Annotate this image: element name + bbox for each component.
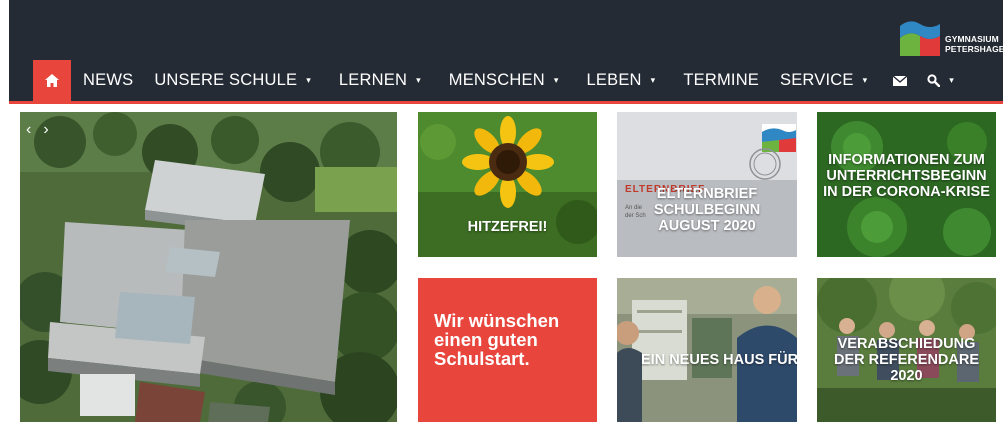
nav-item-news[interactable]: NEWS bbox=[83, 60, 133, 101]
school-logo[interactable]: GYMNASIUM PETERSHAGEN bbox=[900, 16, 1003, 58]
chevron-down-icon: ▾ bbox=[416, 75, 421, 85]
hero-slider-controls: ‹ › bbox=[26, 121, 49, 139]
nav-item-label: LEBEN bbox=[586, 71, 642, 89]
nav-item-menschen[interactable]: MENSCHEN ▾ bbox=[449, 60, 559, 101]
logo-line-2: PETERSHAGEN bbox=[945, 44, 1003, 54]
tile-title: INFORMATIONEN ZUM UNTERRICHTSBEGINN IN D… bbox=[823, 152, 990, 200]
slider-prev-button[interactable]: ‹ bbox=[26, 121, 31, 139]
hero-slider-image[interactable] bbox=[20, 112, 397, 422]
home-icon bbox=[45, 74, 59, 87]
nav-item-label: TERMINE bbox=[683, 71, 760, 89]
logo-text: GYMNASIUM PETERSHAGEN bbox=[945, 34, 1003, 54]
sunflower-image bbox=[418, 112, 597, 257]
nav-mail-button[interactable] bbox=[893, 60, 908, 101]
nav-item-unsere-schule[interactable]: UNSERE SCHULE ▾ bbox=[154, 60, 311, 101]
chevron-down-icon: ▾ bbox=[306, 75, 311, 85]
tile-title: ELTERNBRIEF SCHULBEGINN AUGUST 2020 bbox=[653, 186, 761, 234]
nav-item-label: UNSERE SCHULE bbox=[154, 71, 298, 89]
nav-item-label: MENSCHEN bbox=[448, 71, 545, 89]
slider-next-button[interactable]: › bbox=[43, 121, 48, 139]
logo-mark-icon bbox=[900, 21, 940, 56]
news-tile-neues-haus[interactable]: EIN NEUES HAUS FÜR DIE NATURWISSENSCHAFT… bbox=[617, 278, 797, 422]
nav-item-label: SERVICE bbox=[780, 71, 854, 89]
chevron-down-icon: ▾ bbox=[862, 75, 868, 85]
school-aerial-photo bbox=[20, 112, 397, 422]
news-tile-verabschiedung[interactable]: VERABSCHIEDUNG DER REFERENDARE 2020 bbox=[817, 278, 996, 422]
nav-item-label: NEWS bbox=[83, 71, 134, 89]
logo-line-1: GYMNASIUM bbox=[945, 34, 999, 44]
tile-title: Wir wünschen einen guten Schulstart. bbox=[434, 310, 560, 369]
header-accent-line bbox=[9, 101, 1003, 104]
nav-search-button[interactable]: ▾ bbox=[927, 60, 954, 101]
nav-home-button[interactable] bbox=[33, 60, 71, 101]
search-icon bbox=[927, 74, 941, 87]
nav-item-lernen[interactable]: LERNEN ▾ bbox=[339, 60, 421, 101]
news-tile-elternbrief[interactable]: ELTERNBRIEF An die der Sch ELTERNBRIEF S… bbox=[617, 112, 797, 257]
classroom-image bbox=[617, 278, 797, 422]
mail-icon bbox=[893, 75, 908, 86]
nav-item-termine[interactable]: TERMINE bbox=[683, 60, 759, 101]
news-tile-corona[interactable]: INFORMATIONEN ZUM UNTERRICHTSBEGINN IN D… bbox=[817, 112, 996, 257]
tile-title: EIN NEUES HAUS FÜR DIE NATURWISSENSCHAFT… bbox=[641, 352, 797, 368]
main-navigation: NEWS UNSERE SCHULE ▾ LERNEN ▾ MENSCHEN ▾… bbox=[33, 60, 954, 101]
news-tile-hitzefrei[interactable]: HITZEFREI! bbox=[418, 112, 597, 257]
news-tile-schulstart[interactable]: Wir wünschen einen guten Schulstart. bbox=[418, 278, 597, 422]
nav-item-service[interactable]: SERVICE ▾ bbox=[780, 60, 867, 101]
nav-item-label: LERNEN bbox=[338, 71, 408, 89]
chevron-down-icon: ▾ bbox=[650, 75, 656, 85]
chevron-down-icon: ▾ bbox=[553, 75, 559, 85]
tile-title: VERABSCHIEDUNG DER REFERENDARE 2020 bbox=[833, 336, 979, 384]
tile-title: HITZEFREI! bbox=[467, 219, 548, 235]
nav-item-leben[interactable]: LEBEN ▾ bbox=[587, 60, 656, 101]
chevron-down-icon: ▾ bbox=[949, 75, 954, 85]
